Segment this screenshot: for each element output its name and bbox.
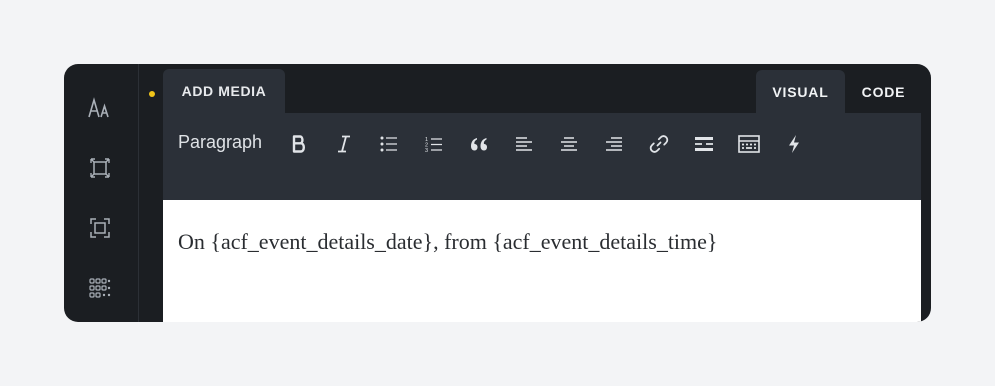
bulleted-list-button[interactable] — [375, 133, 403, 155]
align-right-icon — [606, 137, 622, 151]
dynamic-data-icon — [789, 135, 799, 153]
bold-icon — [292, 135, 305, 153]
sidebar-item-typography[interactable] — [87, 95, 113, 121]
bold-button[interactable] — [285, 133, 313, 155]
sidebar-item-border[interactable] — [87, 215, 113, 241]
read-more-icon — [695, 137, 713, 151]
bulleted-list-icon — [380, 136, 397, 152]
editor-content-area[interactable]: On {acf_event_details_date}, from {acf_e… — [163, 200, 921, 322]
align-left-button[interactable] — [510, 133, 538, 155]
numbered-list-icon: 1 2 3 — [425, 137, 442, 153]
status-dot — [149, 91, 155, 97]
read-more-button[interactable] — [690, 133, 718, 155]
spacing-icon — [90, 158, 110, 178]
border-icon — [90, 218, 110, 238]
format-select[interactable]: Paragraph — [178, 132, 262, 153]
tab-visual[interactable]: VISUAL — [756, 70, 845, 113]
blockquote-icon — [471, 138, 487, 151]
grid-dots-icon — [89, 278, 111, 298]
blockquote-button[interactable] — [465, 133, 493, 155]
editor-toolbar: Paragraph 1 2 3 — [163, 113, 921, 200]
editor-panel: ADD MEDIA VISUAL CODE Paragraph 1 2 3 On… — [64, 64, 931, 322]
tab-code[interactable]: CODE — [845, 70, 922, 113]
numbered-list-button[interactable]: 1 2 3 — [420, 133, 448, 155]
sidebar-item-spacing[interactable] — [87, 155, 113, 181]
link-icon — [649, 135, 669, 153]
sidebar-item-grid[interactable] — [87, 275, 113, 301]
align-right-button[interactable] — [600, 133, 628, 155]
italic-button[interactable] — [330, 133, 358, 155]
svg-text:3: 3 — [425, 148, 428, 153]
add-media-button[interactable]: ADD MEDIA — [163, 69, 285, 113]
typography-icon — [88, 97, 109, 118]
align-left-icon — [516, 137, 532, 151]
dynamic-data-button[interactable] — [780, 133, 808, 155]
toolbar-toggle-icon — [738, 135, 760, 153]
italic-icon — [338, 135, 350, 153]
align-center-button[interactable] — [555, 133, 583, 155]
editor-content-text[interactable]: On {acf_event_details_date}, from {acf_e… — [178, 229, 717, 255]
sidebar-rail — [64, 64, 139, 322]
link-button[interactable] — [645, 133, 673, 155]
toolbar-toggle-button[interactable] — [735, 133, 763, 155]
align-center-icon — [561, 137, 577, 151]
